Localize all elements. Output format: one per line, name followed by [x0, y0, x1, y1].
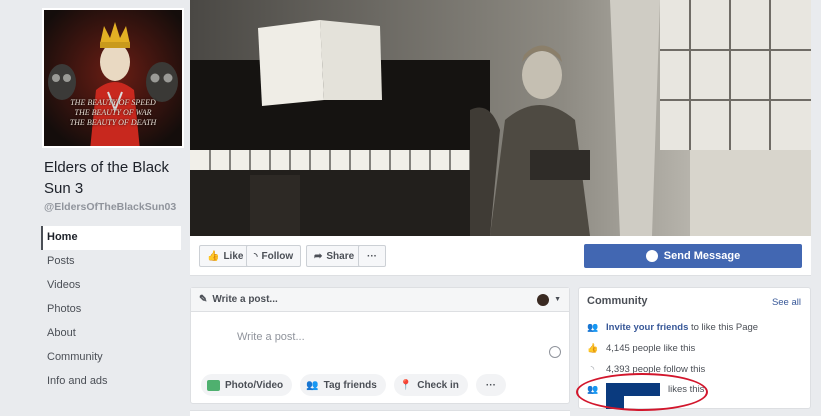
nav-item-community[interactable]: Community: [41, 346, 181, 370]
redacted-friend-name: [606, 382, 660, 396]
page-nav: Home Posts Videos Photos About Community…: [41, 226, 181, 394]
tag-icon: 👥: [306, 379, 319, 391]
thumbs-up-icon: 👍: [587, 342, 599, 353]
rss-icon: ◝: [254, 250, 258, 261]
cover-photo[interactable]: [190, 0, 811, 236]
invite-friends-row: 👥 Invite your friends to like this Page: [587, 321, 759, 333]
composer-input[interactable]: Write a post...: [237, 331, 305, 343]
more-actions-button[interactable]: ···: [358, 245, 386, 267]
post-composer: ✎ Write a post... ▼ Write a post... Phot…: [190, 287, 570, 404]
composer-options: Photo/Video 👥 Tag friends 📍 Check in ···: [201, 374, 506, 396]
like-button[interactable]: 👍 Like: [199, 245, 252, 267]
check-in-button[interactable]: 📍 Check in: [393, 374, 468, 396]
redacted-friend-name-2: [606, 396, 624, 409]
thumbs-up-icon: 👍: [207, 250, 220, 262]
more-options-button[interactable]: ···: [475, 374, 506, 396]
cover-photo-image: [190, 0, 811, 236]
pencil-icon: ✎: [199, 294, 208, 305]
nav-item-videos[interactable]: Videos: [41, 274, 181, 298]
next-card-edge: [190, 410, 570, 416]
nav-item-about[interactable]: About: [41, 322, 181, 346]
friend-likes-row: 👥 likes this: [587, 382, 705, 396]
composer-header[interactable]: ✎ Write a post... ▼: [191, 288, 569, 312]
nav-item-posts[interactable]: Posts: [41, 250, 181, 274]
messenger-icon: [645, 250, 658, 262]
photo-icon: [207, 379, 220, 391]
page-handle[interactable]: @EldersOfTheBlackSun03: [44, 201, 176, 213]
share-button[interactable]: ➦ Share: [306, 245, 363, 267]
likes-count-row: 👍 4,145 people like this: [587, 342, 696, 354]
rss-icon: ◝: [590, 363, 595, 374]
community-panel: Community See all 👥 Invite your friends …: [578, 287, 811, 409]
left-column: THE BEAUTY OF SPEED THE BEAUTY OF WAR TH…: [0, 0, 190, 416]
chevron-down-icon[interactable]: ▼: [554, 296, 561, 303]
page-action-bar: 👍 Like ◝ Follow ➦ Share ··· Send Message: [190, 236, 811, 276]
page-avatar-small[interactable]: [537, 293, 550, 306]
nav-item-info-and-ads[interactable]: Info and ads: [41, 370, 181, 394]
nav-item-home[interactable]: Home: [41, 226, 181, 250]
tag-friends-button[interactable]: 👥 Tag friends: [300, 374, 386, 396]
avatar-motto: THE BEAUTY OF SPEED THE BEAUTY OF WAR TH…: [69, 98, 157, 127]
location-pin-icon: 📍: [399, 379, 413, 391]
send-message-button[interactable]: Send Message: [584, 244, 802, 268]
people-icon: 👥: [587, 383, 599, 394]
follows-count-row: ◝ 4,393 people follow this: [587, 362, 706, 376]
community-title: Community: [587, 295, 648, 307]
follow-button[interactable]: ◝ Follow: [246, 245, 302, 267]
see-all-link[interactable]: See all: [772, 297, 801, 308]
nav-item-photos[interactable]: Photos: [41, 298, 181, 322]
photo-video-button[interactable]: Photo/Video: [201, 374, 293, 396]
share-arrow-icon: ➦: [314, 250, 323, 262]
invite-friends-link[interactable]: Invite your friends: [606, 322, 688, 333]
people-icon: 👥: [587, 321, 599, 332]
page-title: Elders of the Black Sun 3: [44, 159, 170, 197]
page-avatar[interactable]: THE BEAUTY OF SPEED THE BEAUTY OF WAR TH…: [42, 8, 184, 148]
emoji-icon[interactable]: [549, 346, 561, 358]
